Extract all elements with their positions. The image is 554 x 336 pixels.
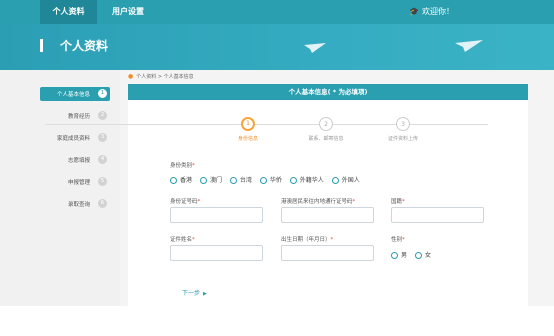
radio-circle-icon (259, 177, 267, 184)
step-1: 1 (241, 117, 255, 131)
card-title: 个人基本信息( * 为必填项) (128, 84, 528, 100)
radio-label: 女 (424, 252, 431, 259)
nationality-label-text: 国籍 (391, 199, 403, 205)
required-mark: * (330, 237, 334, 243)
radio-macau[interactable]: 澳门 (199, 175, 222, 184)
id-number-label-text: 身份证号码 (170, 199, 198, 205)
sidebar-item-label: 个人基本信息 (56, 92, 90, 98)
radio-hongkong[interactable]: 香港 (170, 175, 192, 184)
radio-female[interactable]: 女 (414, 250, 431, 259)
gender-radio-group: 男 女 (391, 250, 437, 259)
radio-label: 外籍华人 (299, 177, 324, 184)
nav-personal-info[interactable]: 个人资料 (40, 0, 97, 24)
title-accent-bar (40, 39, 43, 52)
graduation-cap-icon: 🎓 (409, 7, 419, 16)
sidebar-item-number: 2 (98, 111, 107, 120)
radio-foreigner[interactable]: 外国人 (331, 175, 360, 184)
step-1-label: 身份信息 (237, 136, 258, 142)
radio-circle-icon (391, 252, 398, 259)
identity-label-text: 身份类别 (170, 163, 193, 169)
sidebar-item-admission[interactable]: 录取查询 6 (40, 197, 110, 211)
gender-label: 性别* (391, 235, 405, 243)
permit-number-label-text: 港澳居民来往内地通行证号码 (281, 199, 353, 205)
top-nav-bar: 个人资料 用户设置 🎓 欢迎你！ (0, 0, 554, 24)
sidebar-item-label: 教育经历 (67, 114, 90, 120)
welcome-text: 欢迎你！ (422, 7, 454, 16)
location-pin-icon: ● (128, 73, 134, 80)
name-label-text: 证件姓名 (170, 237, 193, 243)
permit-number-input[interactable] (281, 207, 374, 223)
sidebar-item-label: 家庭成员资料 (56, 136, 90, 142)
gender-label-text: 性别 (391, 237, 403, 243)
id-number-input[interactable] (170, 207, 263, 223)
steps-track (45, 124, 488, 125)
birthday-label: 出生日期（年月日）* (281, 235, 333, 243)
arrow-right-icon: ▶ (203, 291, 207, 297)
radio-label: 男 (401, 252, 408, 259)
required-mark: * (402, 199, 405, 205)
step-2-label: 联系、邮寄信息 (308, 136, 344, 142)
radio-circle-icon (170, 177, 177, 184)
sidebar-item-education[interactable]: 教育经历 2 (40, 109, 110, 123)
nav-user-settings[interactable]: 用户设置 (112, 0, 144, 24)
radio-label: 澳门 (209, 177, 222, 184)
sidebar-item-label: 志愿填报 (67, 158, 90, 164)
welcome-area: 🎓 欢迎你！ (409, 0, 454, 24)
required-mark: * (192, 237, 195, 243)
sidebar-item-number: 5 (98, 177, 107, 186)
name-label: 证件姓名* (170, 235, 195, 243)
sidebar-item-basic-info[interactable]: 个人基本信息 1 (40, 87, 110, 101)
birthday-input[interactable] (281, 245, 374, 261)
radio-overseas-chinese[interactable]: 华侨 (259, 175, 282, 184)
next-step-label: 下一步 (182, 290, 201, 297)
radio-label: 台湾 (239, 177, 252, 184)
sidebar-item-application[interactable]: 志愿填报 4 (40, 153, 110, 167)
breadcrumb-text: 个人资料 > 个人基本信息 (136, 74, 194, 80)
step-3-label: 证件资料上传 (387, 136, 418, 142)
sidebar-item-number: 4 (98, 155, 107, 164)
required-mark: * (352, 199, 356, 205)
sidebar-item-label: 申报管理 (67, 180, 90, 186)
page-bottom (0, 306, 554, 336)
sidebar-item-number: 1 (98, 89, 107, 98)
permit-number-label: 港澳居民来往内地通行证号码* (281, 197, 355, 205)
radio-circle-icon (414, 252, 422, 259)
identity-label: 身份类别* (170, 161, 195, 169)
id-number-label: 身份证号码* (170, 197, 200, 205)
required-mark: * (402, 237, 405, 243)
sidebar-item-label: 录取查询 (67, 202, 90, 208)
sidebar-item-declaration[interactable]: 申报管理 5 (40, 175, 110, 189)
paper-plane-icon (455, 40, 483, 52)
radio-taiwan[interactable]: 台湾 (229, 175, 252, 184)
radio-circle-icon (229, 177, 237, 184)
radio-label: 华侨 (269, 177, 282, 184)
birthday-label-text: 出生日期（年月日） (281, 237, 331, 243)
next-step-button[interactable]: 下一步 ▶ (182, 288, 207, 297)
radio-foreign-chinese[interactable]: 外籍华人 (289, 175, 324, 184)
step-2: 2 (319, 117, 333, 131)
required-mark: * (192, 163, 195, 169)
radio-circle-icon (331, 177, 339, 184)
paper-plane-icon (304, 43, 326, 53)
radio-circle-icon (199, 177, 207, 184)
identity-radio-group: 香港 澳门 台湾 华侨 外籍华人 外国人 (170, 175, 366, 184)
radio-circle-icon (289, 177, 297, 184)
page-title: 个人资料 (60, 39, 109, 53)
nationality-input[interactable] (391, 207, 484, 223)
sidebar-item-family[interactable]: 家庭成员资料 3 (40, 131, 110, 145)
radio-label: 香港 (180, 177, 193, 184)
required-mark: * (197, 199, 201, 205)
radio-male[interactable]: 男 (391, 250, 407, 259)
name-input[interactable] (170, 245, 263, 261)
step-3: 3 (396, 117, 410, 131)
breadcrumb: ● 个人资料 > 个人基本信息 (128, 73, 194, 80)
sidebar-item-number: 3 (98, 133, 107, 142)
sidebar-item-number: 6 (98, 199, 107, 208)
radio-label: 外国人 (341, 177, 360, 184)
nationality-label: 国籍* (391, 197, 405, 205)
